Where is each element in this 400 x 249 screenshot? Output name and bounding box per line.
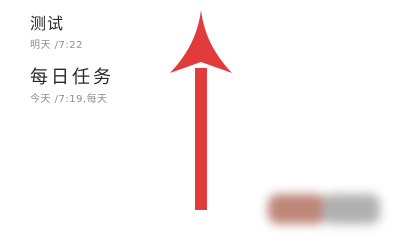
arrow-shaft [195, 68, 207, 210]
blurred-secondary-button[interactable] [322, 194, 380, 224]
blurred-primary-button[interactable] [268, 194, 326, 224]
blurred-button-group [268, 194, 380, 224]
arrow-head [170, 10, 232, 73]
